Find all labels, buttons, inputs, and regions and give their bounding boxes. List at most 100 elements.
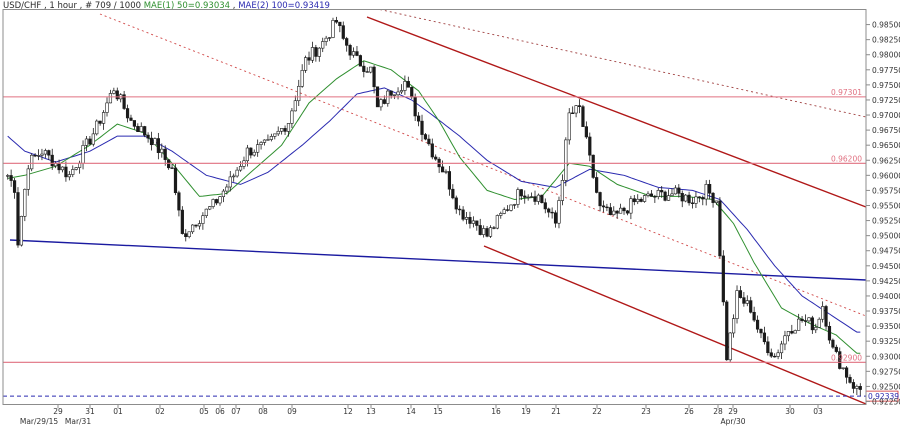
x-tick-label: 06 [215,407,225,416]
candle-body [471,220,475,224]
x-tick-label: 30 [785,407,795,416]
candle-body [560,180,564,201]
candle-body [574,105,578,114]
candle-body [622,207,626,212]
candle-body [735,290,739,319]
y-tick-label: 0.92250 [872,397,900,406]
candle-body [718,200,722,257]
candle-body [228,176,232,188]
candle-body [372,66,376,88]
y-tick-label: 0.95250 [872,217,900,226]
candle-body [762,332,767,343]
candle-body [666,195,671,201]
candle-body [807,317,811,322]
candle-body [670,193,674,196]
candle-body [259,142,263,145]
chart-canvas: 0.973010.962000.929000.92339 0.985000.98… [0,0,900,429]
candle-body [252,151,256,156]
candle-body [844,367,849,378]
candle-body [327,37,332,39]
candle-body [132,120,137,127]
candle-body [47,150,51,156]
y-tick-label: 0.93750 [872,307,900,316]
candle-body [512,204,517,206]
candle-body [334,20,339,23]
candle-body [6,175,10,177]
candle-body [766,341,770,354]
y-tick-label: 0.93000 [872,352,900,361]
candle-body [369,66,373,73]
candle-body [403,81,407,91]
candle-body [23,189,27,217]
candle-body [581,106,585,127]
candle-body [584,126,588,138]
candle-body [615,210,619,214]
candle-body [755,319,760,330]
y-tick-label: 0.95750 [872,186,900,195]
candle-body [434,156,438,160]
candle-body [321,41,325,49]
candle-body [841,367,845,369]
x-tick-label: 23 [641,407,651,416]
y-tick-label: 0.98250 [872,36,900,45]
candle-body [759,328,763,334]
candle-body [214,199,219,204]
candle-body [218,196,222,204]
y-tick-label: 0.92750 [872,367,900,376]
timeframe-label: 1 hour [49,1,77,11]
candle-body [430,143,434,158]
candle-body [464,217,469,220]
candle-body [827,325,832,341]
candle-body [105,102,109,113]
x-tick-label: 21 [551,407,561,416]
candle-body [831,339,835,348]
candle-body [728,332,732,361]
candle-body [269,136,273,140]
candle-body [523,195,527,198]
candle-body [64,166,68,178]
candle-body [204,208,208,217]
candle-body [57,162,61,171]
candle-body [297,85,301,102]
candle-body [543,202,547,210]
y-tick-label: 0.94000 [872,292,900,301]
candle-body [783,335,787,345]
candle-body [776,352,780,357]
candle-body [389,90,393,96]
candle-body [211,199,215,207]
candle-body [810,317,814,331]
candle-body [153,138,157,146]
candle-body [677,187,681,194]
candle-body [345,38,349,46]
candle-body [201,215,205,224]
candle-body [502,209,506,214]
x-tick-label: 15 [433,407,443,416]
y-tick-label: 0.97000 [872,111,900,120]
candle-body [440,166,445,173]
candle-body [149,137,154,146]
candle-body [601,205,606,208]
candle-body [690,202,695,204]
candle-body [694,196,698,204]
chart-header: USD/CHF , 1 hour , # 709 / 1000 MAE(1) 5… [3,1,330,11]
candle-body [858,386,862,390]
candle-body [509,204,513,211]
candle-body [571,112,575,114]
candle-body [769,352,773,357]
candle-body [283,128,287,132]
candle-body [197,223,202,227]
y-tick-label: 0.92500 [872,382,900,391]
candle-body [112,90,116,94]
symbol-label: USD/CHF [3,1,42,11]
x-tick-label: 09 [287,407,297,416]
candle-body [660,190,664,193]
candle-body [834,346,838,352]
y-tick-label: 0.98000 [872,51,900,60]
x-tick-label: 07 [231,407,241,416]
candle-body [817,318,821,328]
candle-body [221,190,226,197]
candle-body [725,301,729,361]
candle-body [797,318,801,331]
candle-body [557,200,561,224]
candle-body [773,355,777,358]
